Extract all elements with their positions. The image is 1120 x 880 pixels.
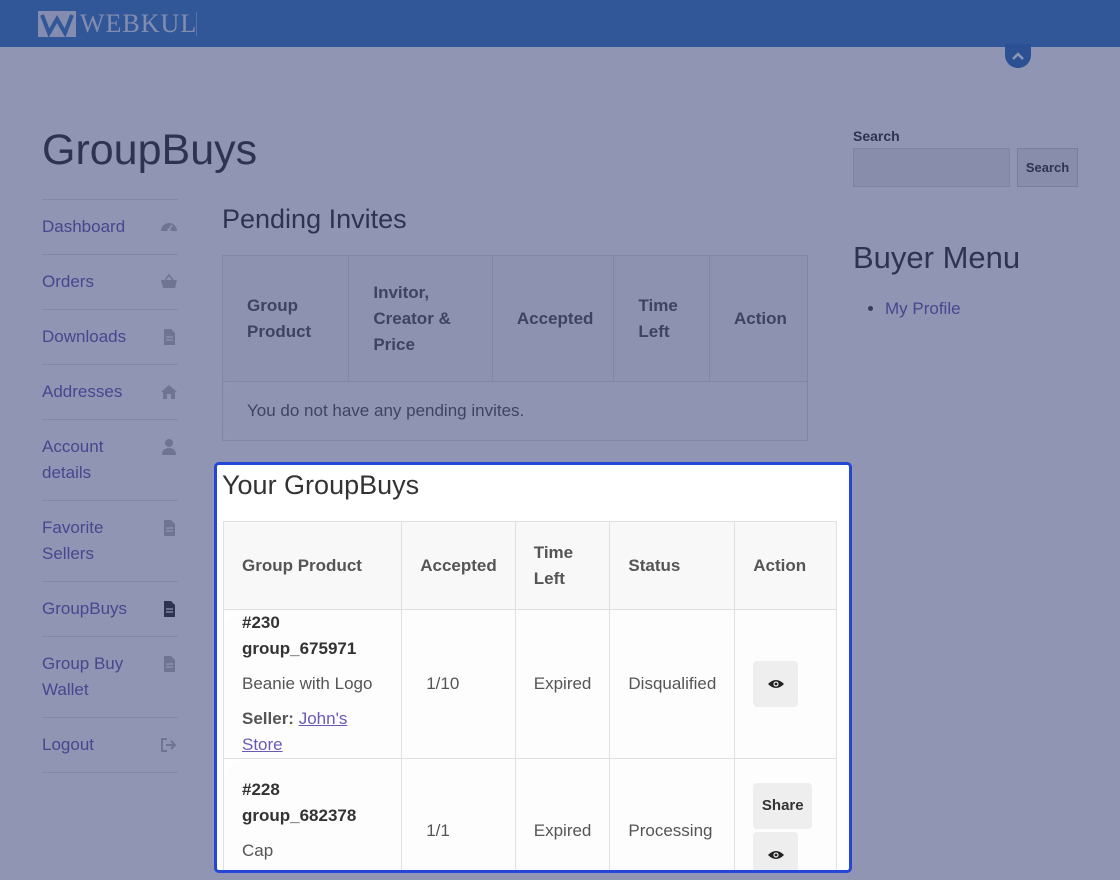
pending-invites-title: Pending Invites: [222, 204, 407, 234]
group-id: #228 group_682378: [242, 777, 383, 829]
empty-state-text: You do not have any pending invites.: [222, 381, 808, 441]
view-button[interactable]: [753, 832, 799, 870]
eye-icon: [767, 680, 784, 688]
basket-icon: [161, 273, 177, 288]
column-header: Time Left: [514, 521, 611, 610]
pending-invites-table: Group Product Invitor, Creator & Price A…: [221, 255, 809, 441]
eye-icon: [767, 851, 784, 859]
dashboard-icon: [161, 223, 177, 232]
chevron-up-icon: [1012, 52, 1024, 60]
time-left-cell: Expired: [514, 758, 611, 870]
nav-label: Favorite Sellers: [42, 518, 104, 563]
time-left-cell: Expired: [514, 609, 611, 759]
group-product-cell: #230 group_675971 Beanie with Logo Selle…: [222, 609, 403, 759]
nav-item-group-buy-wallet[interactable]: Group Buy Wallet: [42, 636, 178, 717]
accepted-cell: 1/1: [401, 758, 516, 870]
group-id: #230 group_675971: [242, 610, 383, 662]
nav-item-addresses[interactable]: Addresses: [42, 364, 178, 419]
share-button[interactable]: Share: [753, 783, 813, 829]
your-groupbuys-title: Your GroupBuys: [222, 470, 420, 500]
nav-item-downloads[interactable]: Downloads: [42, 309, 178, 364]
nav-item-account-details[interactable]: Account details: [42, 419, 178, 500]
webkul-logo-icon: [38, 11, 76, 37]
nav-item-favorite-sellers[interactable]: Favorite Sellers: [42, 500, 178, 581]
buyer-menu-item-my-profile[interactable]: My Profile: [885, 296, 961, 322]
action-cell: [734, 609, 837, 759]
table-row: #228 group_682378 Cap 1/1 Expired Proces…: [222, 758, 837, 870]
seller-info: Seller: John's Store: [242, 706, 383, 758]
group-number: #228: [242, 780, 280, 799]
file-icon: [164, 520, 175, 536]
nav-label: Dashboard: [42, 217, 126, 236]
nav-label: Orders: [42, 272, 94, 291]
buyer-menu-title: Buyer Menu: [853, 240, 1021, 275]
site-logo[interactable]: WEBKUL: [38, 9, 198, 38]
view-button[interactable]: [753, 661, 799, 707]
nav-label: Account details: [42, 437, 104, 482]
group-number: #230: [242, 613, 280, 632]
file-icon: [164, 656, 175, 672]
nav-label: Addresses: [42, 382, 123, 401]
column-header: Time Left: [613, 255, 710, 382]
column-header: Group Product: [221, 255, 350, 382]
site-header: WEBKUL: [0, 0, 1120, 47]
account-navigation: Dashboard Orders Downloads Addresses Acc…: [42, 199, 178, 773]
nav-label: GroupBuys: [42, 599, 128, 618]
header-divider: [196, 12, 197, 36]
nav-item-logout[interactable]: Logout: [42, 717, 178, 773]
status-cell: Processing: [609, 758, 736, 870]
search-label: Search: [853, 128, 900, 144]
nav-item-orders[interactable]: Orders: [42, 254, 178, 309]
product-name: Beanie with Logo: [242, 674, 373, 693]
buyer-menu-list: My Profile: [885, 296, 961, 322]
column-header: Action: [734, 521, 837, 610]
nav-item-dashboard[interactable]: Dashboard: [42, 199, 178, 254]
product-name: Cap: [242, 841, 274, 860]
file-icon: [164, 601, 175, 617]
column-header: Invitor, Creator & Price: [348, 255, 493, 382]
file-icon: [164, 329, 175, 345]
table-row: #230 group_675971 Beanie with Logo Selle…: [222, 609, 837, 759]
column-header: Accepted: [491, 255, 615, 382]
nav-item-groupbuys[interactable]: GroupBuys: [42, 581, 178, 636]
nav-label: Logout: [42, 735, 94, 754]
seller-label: Seller:: [242, 709, 294, 728]
column-header: Accepted: [401, 521, 516, 610]
status-cell: Disqualified: [609, 609, 736, 759]
nav-label: Downloads: [42, 327, 127, 346]
your-groupbuys-table: Group Product Accepted Time Left Status …: [222, 521, 837, 870]
action-cell: Share: [734, 758, 837, 870]
group-product-cell: #228 group_682378 Cap: [222, 758, 403, 870]
home-icon: [161, 385, 177, 399]
user-icon: [162, 439, 176, 455]
scroll-to-top-button[interactable]: [1005, 44, 1031, 68]
logout-icon: [161, 738, 177, 752]
nav-label: Group Buy Wallet: [42, 654, 124, 699]
column-header: Status: [609, 521, 736, 610]
page-title: GroupBuys: [42, 126, 258, 174]
group-code: group_682378: [242, 806, 357, 825]
group-code: group_675971: [242, 639, 357, 658]
accepted-cell: 1/10: [401, 609, 516, 759]
search-input[interactable]: [853, 148, 1010, 187]
your-groupbuys-highlight: Your GroupBuys Group Product Accepted Ti…: [214, 462, 852, 873]
column-header: Group Product: [222, 521, 403, 610]
logo-text: WEBKUL: [80, 9, 198, 38]
search-button[interactable]: Search: [1017, 148, 1078, 187]
column-header: Action: [708, 255, 809, 382]
